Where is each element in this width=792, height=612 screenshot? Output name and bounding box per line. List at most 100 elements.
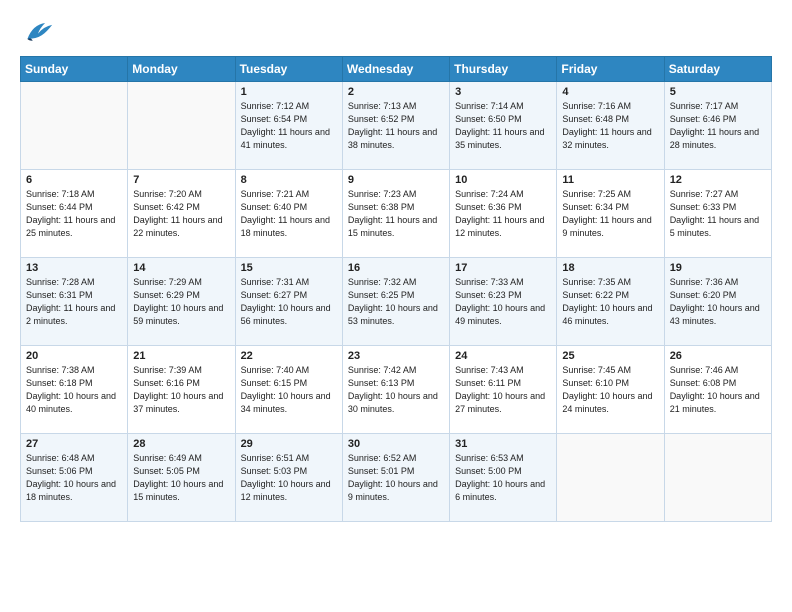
day-info: Sunrise: 7:13 AMSunset: 6:52 PMDaylight:…	[348, 100, 444, 152]
week-row-1: 1 Sunrise: 7:12 AMSunset: 6:54 PMDaylight…	[21, 82, 772, 170]
calendar-cell: 26 Sunrise: 7:46 AMSunset: 6:08 PMDayligh…	[664, 346, 771, 434]
calendar-cell: 21Sunrise: 7:39 AMSunset: 6:16 PMDayligh…	[128, 346, 235, 434]
calendar-cell: 19 Sunrise: 7:36 AMSunset: 6:20 PMDayligh…	[664, 258, 771, 346]
day-number: 26	[670, 350, 766, 362]
day-number: 31	[455, 438, 551, 450]
calendar-cell: 18Sunrise: 7:35 AMSunset: 6:22 PMDayligh…	[557, 258, 664, 346]
day-number: 4	[562, 86, 658, 98]
day-info: Sunrise: 7:31 AMSunset: 6:27 PMDaylight:…	[241, 276, 337, 328]
day-number: 13	[26, 262, 122, 274]
day-number: 3	[455, 86, 551, 98]
day-info: Sunrise: 7:18 AMSunset: 6:44 PMDaylight:…	[26, 188, 122, 240]
weekday-header-monday: Monday	[128, 57, 235, 82]
calendar-cell: 1 Sunrise: 7:12 AMSunset: 6:54 PMDaylight…	[235, 82, 342, 170]
day-info: Sunrise: 7:17 AMSunset: 6:46 PMDaylight:…	[670, 100, 766, 152]
day-number: 24	[455, 350, 551, 362]
weekday-header-wednesday: Wednesday	[342, 57, 449, 82]
day-number: 17	[455, 262, 551, 274]
day-info: Sunrise: 7:42 AMSunset: 6:13 PMDaylight:…	[348, 364, 444, 416]
day-number: 19	[670, 262, 766, 274]
calendar-cell: 29Sunrise: 6:51 AMSunset: 5:03 PMDayligh…	[235, 434, 342, 522]
day-number: 30	[348, 438, 444, 450]
calendar-cell: 11 Sunrise: 7:25 AMSunset: 6:34 PMDayligh…	[557, 170, 664, 258]
day-info: Sunrise: 7:36 AMSunset: 6:20 PMDaylight:…	[670, 276, 766, 328]
calendar-cell: 31 Sunrise: 6:53 AMSunset: 5:00 PMDayligh…	[450, 434, 557, 522]
weekday-header-saturday: Saturday	[664, 57, 771, 82]
logo-icon	[20, 16, 56, 46]
calendar-cell: 16 Sunrise: 7:32 AMSunset: 6:25 PMDayligh…	[342, 258, 449, 346]
day-info: Sunrise: 6:48 AMSunset: 5:06 PMDaylight:…	[26, 452, 122, 504]
weekday-header-friday: Friday	[557, 57, 664, 82]
week-row-3: 13 Sunrise: 7:28 AMSunset: 6:31 PMDayligh…	[21, 258, 772, 346]
day-info: Sunrise: 7:20 AMSunset: 6:42 PMDaylight:…	[133, 188, 229, 240]
day-number: 12	[670, 174, 766, 186]
calendar-cell: 7Sunrise: 7:20 AMSunset: 6:42 PMDaylight…	[128, 170, 235, 258]
day-number: 25	[562, 350, 658, 362]
weekday-header-thursday: Thursday	[450, 57, 557, 82]
day-number: 6	[26, 174, 122, 186]
calendar-cell: 30 Sunrise: 6:52 AMSunset: 5:01 PMDayligh…	[342, 434, 449, 522]
calendar-cell	[557, 434, 664, 522]
calendar-cell: 5 Sunrise: 7:17 AMSunset: 6:46 PMDaylight…	[664, 82, 771, 170]
day-info: Sunrise: 7:40 AMSunset: 6:15 PMDaylight:…	[241, 364, 337, 416]
calendar-cell: 2 Sunrise: 7:13 AMSunset: 6:52 PMDaylight…	[342, 82, 449, 170]
day-info: Sunrise: 7:43 AMSunset: 6:11 PMDaylight:…	[455, 364, 551, 416]
calendar-cell: 3 Sunrise: 7:14 AMSunset: 6:50 PMDaylight…	[450, 82, 557, 170]
day-number: 15	[241, 262, 337, 274]
calendar-cell	[664, 434, 771, 522]
day-info: Sunrise: 6:49 AMSunset: 5:05 PMDaylight:…	[133, 452, 229, 504]
day-info: Sunrise: 6:51 AMSunset: 5:03 PMDaylight:…	[241, 452, 337, 504]
day-number: 5	[670, 86, 766, 98]
calendar-cell: 24 Sunrise: 7:43 AMSunset: 6:11 PMDayligh…	[450, 346, 557, 434]
day-info: Sunrise: 6:53 AMSunset: 5:00 PMDaylight:…	[455, 452, 551, 504]
day-info: Sunrise: 6:52 AMSunset: 5:01 PMDaylight:…	[348, 452, 444, 504]
day-number: 1	[241, 86, 337, 98]
day-number: 9	[348, 174, 444, 186]
calendar-cell	[21, 82, 128, 170]
calendar-cell: 13 Sunrise: 7:28 AMSunset: 6:31 PMDayligh…	[21, 258, 128, 346]
day-number: 27	[26, 438, 122, 450]
header	[20, 16, 772, 46]
logo	[20, 16, 60, 46]
day-info: Sunrise: 7:14 AMSunset: 6:50 PMDaylight:…	[455, 100, 551, 152]
day-info: Sunrise: 7:21 AMSunset: 6:40 PMDaylight:…	[241, 188, 337, 240]
day-info: Sunrise: 7:32 AMSunset: 6:25 PMDaylight:…	[348, 276, 444, 328]
day-info: Sunrise: 7:16 AMSunset: 6:48 PMDaylight:…	[562, 100, 658, 152]
calendar-cell: 10Sunrise: 7:24 AMSunset: 6:36 PMDayligh…	[450, 170, 557, 258]
day-number: 11	[562, 174, 658, 186]
day-info: Sunrise: 7:28 AMSunset: 6:31 PMDaylight:…	[26, 276, 122, 328]
calendar-cell: 8 Sunrise: 7:21 AMSunset: 6:40 PMDaylight…	[235, 170, 342, 258]
day-info: Sunrise: 7:38 AMSunset: 6:18 PMDaylight:…	[26, 364, 122, 416]
weekday-header-tuesday: Tuesday	[235, 57, 342, 82]
calendar-cell: 17Sunrise: 7:33 AMSunset: 6:23 PMDayligh…	[450, 258, 557, 346]
weekday-header-sunday: Sunday	[21, 57, 128, 82]
weekday-header-row: SundayMondayTuesdayWednesdayThursdayFrid…	[21, 57, 772, 82]
day-info: Sunrise: 7:12 AMSunset: 6:54 PMDaylight:…	[241, 100, 337, 152]
calendar-cell	[128, 82, 235, 170]
calendar-cell: 27 Sunrise: 6:48 AMSunset: 5:06 PMDayligh…	[21, 434, 128, 522]
calendar-cell: 14Sunrise: 7:29 AMSunset: 6:29 PMDayligh…	[128, 258, 235, 346]
calendar-table: SundayMondayTuesdayWednesdayThursdayFrid…	[20, 56, 772, 522]
day-number: 22	[241, 350, 337, 362]
week-row-2: 6 Sunrise: 7:18 AMSunset: 6:44 PMDaylight…	[21, 170, 772, 258]
day-info: Sunrise: 7:25 AMSunset: 6:34 PMDaylight:…	[562, 188, 658, 240]
calendar-cell: 9Sunrise: 7:23 AMSunset: 6:38 PMDaylight…	[342, 170, 449, 258]
calendar-cell: 15 Sunrise: 7:31 AMSunset: 6:27 PMDayligh…	[235, 258, 342, 346]
day-info: Sunrise: 7:35 AMSunset: 6:22 PMDaylight:…	[562, 276, 658, 328]
calendar-cell: 23 Sunrise: 7:42 AMSunset: 6:13 PMDayligh…	[342, 346, 449, 434]
day-number: 16	[348, 262, 444, 274]
calendar-cell: 12 Sunrise: 7:27 AMSunset: 6:33 PMDayligh…	[664, 170, 771, 258]
calendar-cell: 20 Sunrise: 7:38 AMSunset: 6:18 PMDayligh…	[21, 346, 128, 434]
day-number: 20	[26, 350, 122, 362]
day-number: 2	[348, 86, 444, 98]
calendar-cell: 4 Sunrise: 7:16 AMSunset: 6:48 PMDaylight…	[557, 82, 664, 170]
calendar-cell: 6 Sunrise: 7:18 AMSunset: 6:44 PMDaylight…	[21, 170, 128, 258]
calendar-page: SundayMondayTuesdayWednesdayThursdayFrid…	[0, 0, 792, 612]
day-number: 8	[241, 174, 337, 186]
day-info: Sunrise: 7:27 AMSunset: 6:33 PMDaylight:…	[670, 188, 766, 240]
day-info: Sunrise: 7:46 AMSunset: 6:08 PMDaylight:…	[670, 364, 766, 416]
week-row-5: 27 Sunrise: 6:48 AMSunset: 5:06 PMDayligh…	[21, 434, 772, 522]
day-number: 23	[348, 350, 444, 362]
day-number: 28	[133, 438, 229, 450]
day-info: Sunrise: 7:45 AMSunset: 6:10 PMDaylight:…	[562, 364, 658, 416]
